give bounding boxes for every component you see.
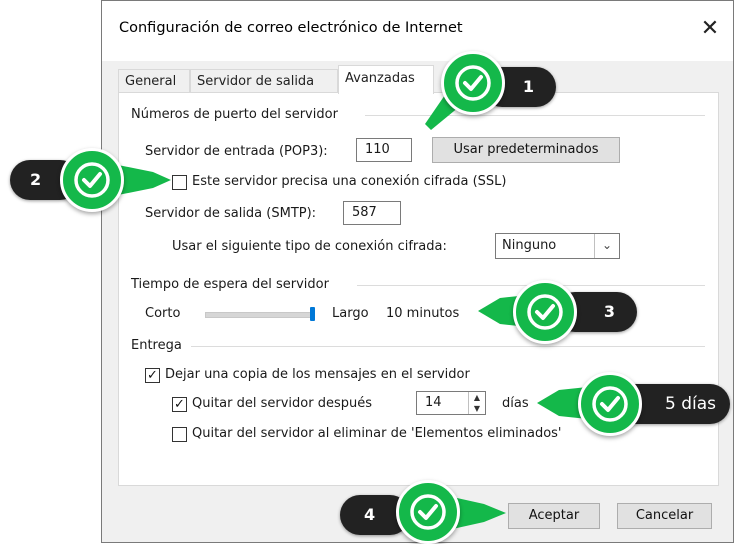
timeout-slider-thumb[interactable]: [310, 307, 315, 321]
section-divider: [191, 346, 705, 347]
timeout-section-heading: Tiempo de espera del servidor: [131, 277, 329, 292]
timeout-long-label: Largo: [332, 306, 369, 321]
days-stepper-value: 14: [425, 395, 442, 410]
days-stepper[interactable]: 14 ▲ ▼: [416, 391, 486, 415]
callout-4-check-icon: [396, 480, 460, 544]
incoming-port-label: Servidor de entrada (POP3):: [145, 144, 328, 159]
stepper-up-icon[interactable]: ▲: [469, 392, 485, 403]
encryption-type-value: Ninguno: [502, 238, 557, 253]
dialog-title: Configuración de correo electrónico de I…: [119, 20, 463, 36]
ok-button[interactable]: Aceptar: [508, 503, 600, 529]
callout-5-days-text: 5 días: [664, 394, 716, 414]
outgoing-port-field[interactable]: 587: [343, 201, 401, 225]
port-section-heading: Números de puerto del servidor: [131, 107, 338, 122]
cancel-button[interactable]: Cancelar: [617, 503, 712, 529]
use-defaults-button[interactable]: Usar predeterminados: [432, 137, 620, 163]
callout-2-check-icon: [60, 148, 124, 212]
callout-3-number: 3: [603, 302, 615, 321]
chevron-down-icon: ⌄: [594, 234, 619, 258]
callout-5-check-icon: [578, 372, 642, 436]
encryption-type-select[interactable]: Ninguno ⌄: [495, 233, 620, 259]
stepper-arrows[interactable]: ▲ ▼: [468, 392, 485, 414]
stepper-down-icon[interactable]: ▼: [469, 403, 485, 414]
remove-after-label: Quitar del servidor después: [192, 396, 373, 411]
internet-email-settings-dialog: Configuración de correo electrónico de I…: [101, 0, 734, 543]
close-icon[interactable]: ✕: [695, 13, 725, 43]
incoming-port-field[interactable]: 110: [356, 138, 412, 162]
tab-advanced[interactable]: Avanzadas: [338, 65, 434, 94]
encryption-type-label: Usar el siguiente tipo de conexión cifra…: [172, 239, 447, 254]
outgoing-port-label: Servidor de salida (SMTP):: [145, 206, 317, 221]
remove-on-delete-label: Quitar del servidor al eliminar de 'Elem…: [192, 426, 562, 441]
title-bar: Configuración de correo electrónico de I…: [102, 1, 733, 61]
callout-2-number: 2: [30, 170, 42, 189]
callout-3-check-icon: [513, 280, 577, 344]
keep-copy-checkbox[interactable]: ✓: [145, 368, 160, 383]
tab-general[interactable]: General: [118, 69, 190, 93]
remove-on-delete-checkbox[interactable]: [172, 427, 187, 442]
remove-after-checkbox[interactable]: ✓: [172, 397, 187, 412]
keep-copy-label: Dejar una copia de los mensajes en el se…: [165, 367, 470, 382]
days-unit-label: días: [502, 396, 529, 411]
ssl-checkbox[interactable]: [172, 175, 187, 190]
timeout-value-label: 10 minutos: [386, 306, 460, 321]
timeout-short-label: Corto: [145, 306, 181, 321]
delivery-section-heading: Entrega: [131, 338, 182, 353]
timeout-slider-track[interactable]: [205, 312, 315, 318]
callout-4-number: 4: [364, 505, 376, 524]
section-divider: [365, 115, 705, 116]
callout-1-check-icon: [441, 51, 505, 115]
ssl-label: Este servidor precisa una conexión cifra…: [192, 174, 507, 189]
tab-outgoing-server[interactable]: Servidor de salida: [190, 69, 338, 93]
callout-1-number: 1: [522, 77, 534, 96]
